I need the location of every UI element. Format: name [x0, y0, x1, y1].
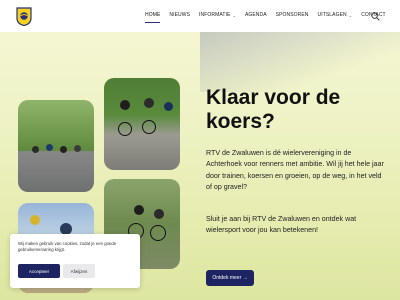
cyclists-photo-2	[104, 78, 180, 170]
club-logo[interactable]	[15, 7, 33, 26]
main-nav: HOME NIEUWS INFORMATIE ⌄ AGENDA SPONSOREN…	[145, 9, 386, 23]
hero-gradient	[200, 32, 400, 92]
nav-item-home[interactable]: HOME	[145, 9, 161, 23]
nav-item-agenda[interactable]: AGENDA	[245, 9, 267, 23]
nav-label: UITSLAGEN	[317, 12, 347, 18]
chevron-down-icon: ⌄	[232, 12, 236, 18]
nav-item-uitslagen[interactable]: UITSLAGEN ⌄	[318, 9, 353, 23]
accept-cookies-button[interactable]: Accepteer	[18, 264, 60, 278]
nav-item-nieuws[interactable]: NIEUWS	[169, 9, 190, 23]
site-header: HOME NIEUWS INFORMATIE ⌄ AGENDA SPONSOREN…	[0, 0, 400, 32]
search-icon[interactable]	[371, 12, 380, 21]
nav-label: AGENDA	[244, 12, 267, 18]
nav-label: SPONSOREN	[275, 12, 309, 18]
chevron-down-icon: ⌄	[348, 12, 353, 18]
nav-item-sponsoren[interactable]: SPONSOREN	[276, 9, 309, 23]
ontdek-meer-button[interactable]: Ontdek meer →	[206, 270, 254, 286]
nav-label: HOME	[145, 11, 161, 18]
nav-item-informatie[interactable]: INFORMATIE ⌄	[199, 9, 236, 23]
nav-label: INFORMATIE	[199, 12, 231, 18]
hero-join-text: Sluit je aan bij RTV de Zwaluwen en ontd…	[206, 215, 357, 235]
nav-label: NIEUWS	[169, 12, 191, 18]
cyclists-photo-1	[18, 100, 94, 192]
hero-title: Klaar voor de koers?	[206, 86, 341, 133]
cookie-text: Wij maken gebruik van cookies, zodat je …	[18, 241, 117, 252]
reject-cookies-button[interactable]: Afwijzen	[63, 264, 95, 278]
hero-intro-text: RTV de Zwaluwen is dé wielervereniging i…	[206, 149, 384, 191]
cookie-banner: Wij maken gebruik van cookies, zodat je …	[10, 234, 140, 288]
